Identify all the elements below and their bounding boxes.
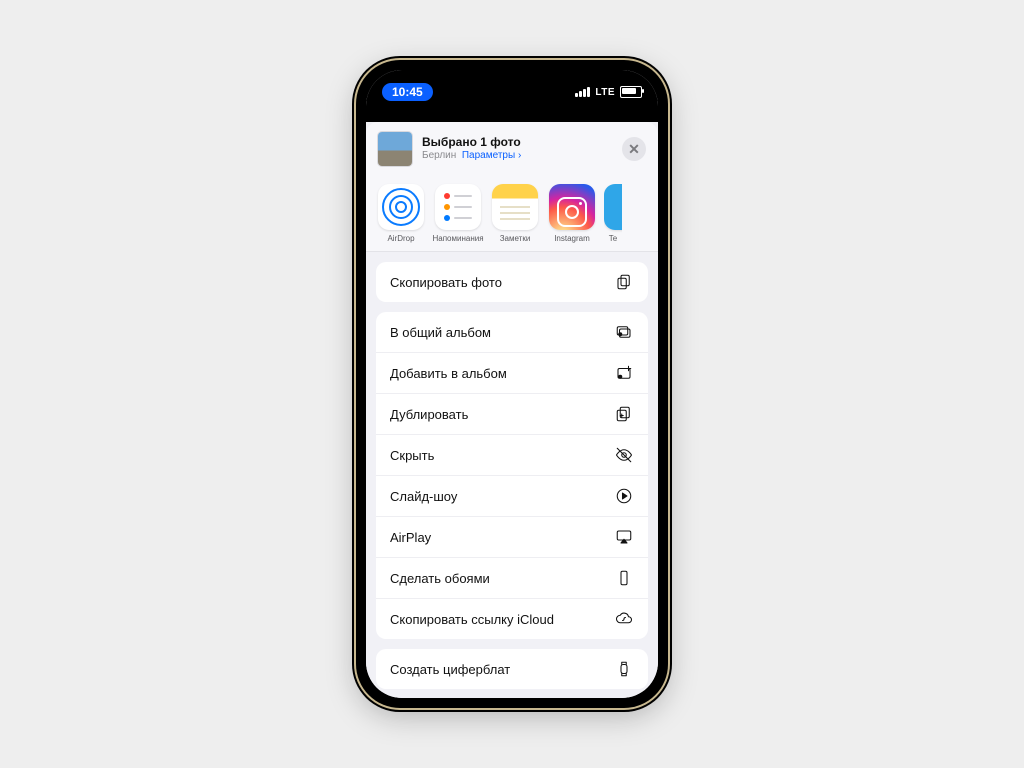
- play-icon: [614, 487, 634, 505]
- signal-icon: [575, 87, 590, 97]
- battery-icon: [620, 86, 642, 98]
- action-label: Скопировать фото: [390, 275, 502, 290]
- home-indicator[interactable]: [457, 698, 567, 702]
- action-label: Создать циферблат: [390, 662, 510, 677]
- action-duplicate[interactable]: Дублировать: [376, 393, 648, 434]
- action-label: Добавить в альбом: [390, 366, 507, 381]
- action-add-album[interactable]: Добавить в альбом: [376, 352, 648, 393]
- notes-icon: [492, 184, 538, 230]
- share-app-airdrop[interactable]: AirDrop: [376, 184, 426, 243]
- action-group-3: Создать циферблат: [376, 649, 648, 689]
- action-watch-face[interactable]: Создать циферблат: [376, 649, 648, 689]
- network-label: LTE: [595, 87, 615, 98]
- action-list[interactable]: Скопировать фото В общий альбом: [366, 252, 658, 698]
- phone-icon: [614, 569, 634, 587]
- sheet-title: Выбрано 1 фото: [422, 136, 612, 150]
- action-hide[interactable]: Скрыть: [376, 434, 648, 475]
- screen: 10:45 LTE Выбрано 1 фото Берлин Параметр…: [366, 70, 658, 698]
- action-wallpaper[interactable]: Сделать обоями: [376, 557, 648, 598]
- watch-icon: [614, 660, 634, 678]
- action-group-1: Скопировать фото: [376, 262, 648, 302]
- app-label: Напоминания: [432, 234, 483, 243]
- add-album-icon: [614, 364, 634, 382]
- share-app-notes[interactable]: Заметки: [490, 184, 540, 243]
- app-share-row[interactable]: AirDrop Напоминания Заметки: [366, 174, 658, 252]
- chevron-right-icon: ›: [518, 150, 521, 161]
- sheet-header: Выбрано 1 фото Берлин Параметры › ✕: [366, 122, 658, 174]
- action-label: Дублировать: [390, 407, 468, 422]
- duplicate-icon: [614, 405, 634, 423]
- phone-frame: 10:45 LTE Выбрано 1 фото Берлин Параметр…: [356, 60, 668, 708]
- time-pill[interactable]: 10:45: [382, 83, 433, 101]
- action-label: AirPlay: [390, 530, 431, 545]
- action-slideshow[interactable]: Слайд-шоу: [376, 475, 648, 516]
- shared-album-icon: [614, 323, 634, 341]
- action-group-2: В общий альбом Добавить в альбом Дублиро…: [376, 312, 648, 639]
- telegram-icon: [604, 184, 622, 230]
- instagram-icon: [549, 184, 595, 230]
- close-icon: ✕: [628, 141, 640, 158]
- close-button[interactable]: ✕: [622, 137, 646, 161]
- app-label: Te: [609, 234, 617, 243]
- action-label: Сделать обоями: [390, 571, 490, 586]
- copy-icon: [614, 273, 634, 291]
- action-label: Скрыть: [390, 448, 434, 463]
- share-app-reminders[interactable]: Напоминания: [433, 184, 483, 243]
- action-icloud-link[interactable]: Скопировать ссылку iCloud: [376, 598, 648, 639]
- share-sheet: Выбрано 1 фото Берлин Параметры › ✕ AirD…: [366, 122, 658, 698]
- share-app-instagram[interactable]: Instagram: [547, 184, 597, 243]
- reminders-icon: [435, 184, 481, 230]
- airplay-icon: [614, 528, 634, 546]
- app-label: AirDrop: [387, 234, 414, 243]
- photo-location: Берлин: [422, 150, 456, 161]
- status-gap: [366, 108, 658, 122]
- notch: [442, 60, 582, 86]
- action-copy-photo[interactable]: Скопировать фото: [376, 262, 648, 302]
- action-shared-album[interactable]: В общий альбом: [376, 312, 648, 352]
- airdrop-icon: [378, 184, 424, 230]
- app-label: Заметки: [500, 234, 531, 243]
- action-airplay[interactable]: AirPlay: [376, 516, 648, 557]
- icloud-link-icon: [614, 610, 634, 628]
- action-label: Слайд-шоу: [390, 489, 457, 504]
- hide-icon: [614, 446, 634, 464]
- share-app-telegram[interactable]: Te: [604, 184, 622, 243]
- options-link[interactable]: Параметры ›: [462, 150, 521, 161]
- app-label: Instagram: [554, 234, 590, 243]
- action-label: В общий альбом: [390, 325, 491, 340]
- action-label: Скопировать ссылку iCloud: [390, 612, 554, 627]
- photo-thumbnail[interactable]: [378, 132, 412, 166]
